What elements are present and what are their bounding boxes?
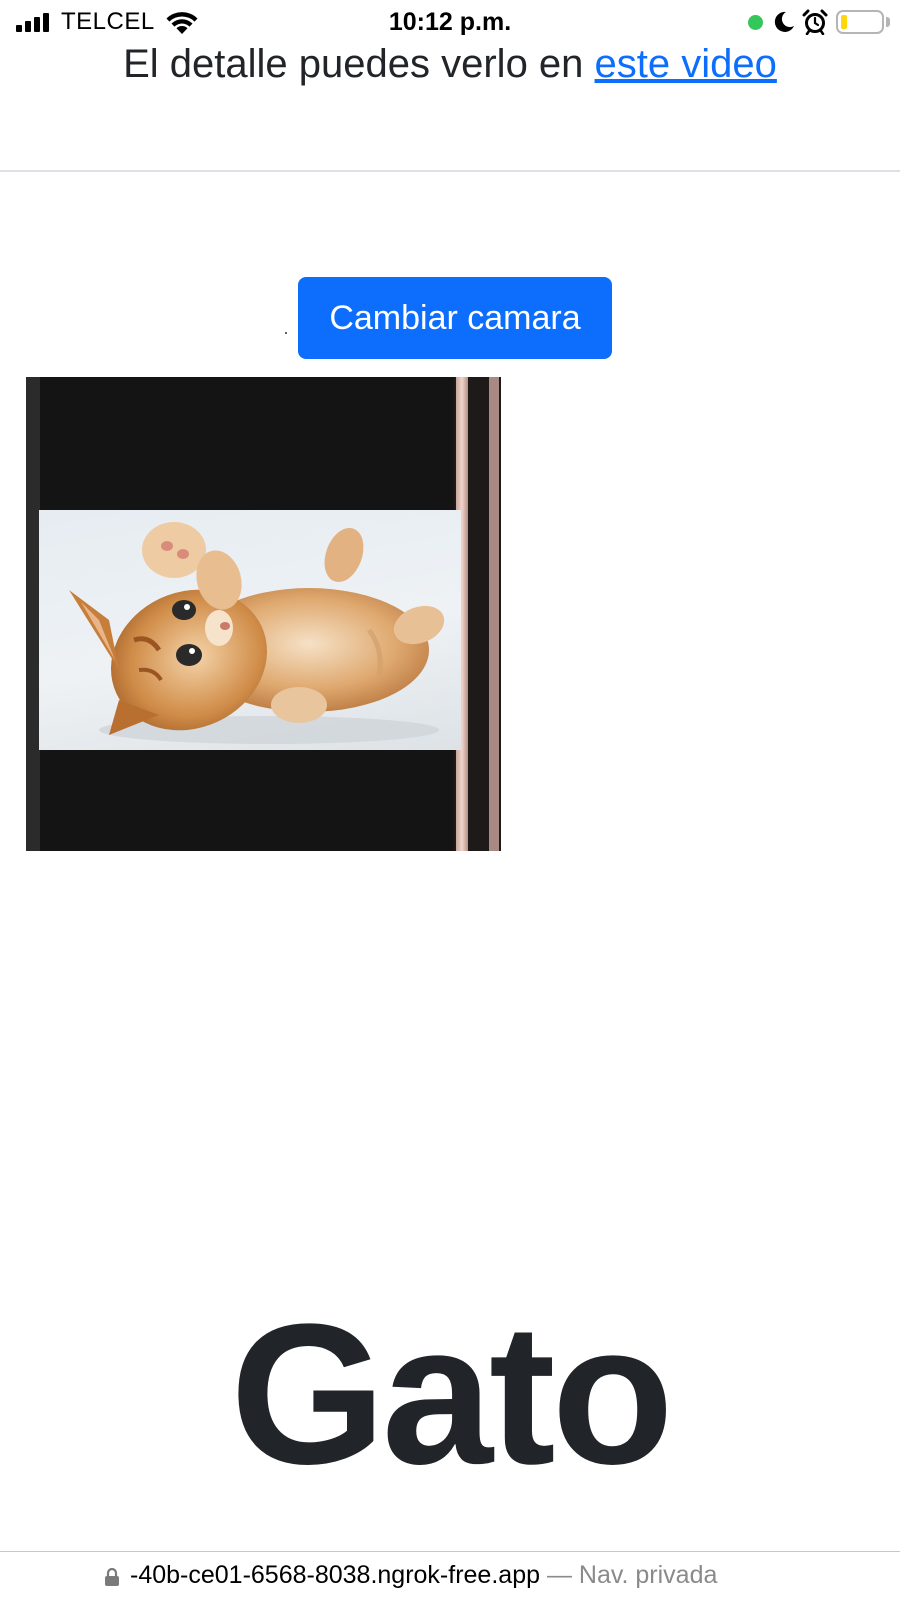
horizontal-rule xyxy=(0,170,900,172)
intro-line: El detalle puedes verlo en este video xyxy=(0,42,900,87)
stray-dot xyxy=(285,332,287,334)
browser-url-bar[interactable]: -40b-ce01-6568-8038.ngrok-free.app — Nav… xyxy=(0,1551,900,1601)
prediction-label: Gato xyxy=(230,1283,674,1506)
camera-in-use-indicator xyxy=(748,15,763,30)
private-mode-label: — Nav. privada xyxy=(546,1561,718,1589)
status-time: 10:12 p.m. xyxy=(388,8,512,36)
status-bar: TELCEL 10:12 p.m. xyxy=(0,0,900,44)
camera-frame-strip-outer xyxy=(489,377,499,851)
kitten-illustration xyxy=(69,522,445,744)
kitten-photo xyxy=(39,510,461,750)
battery-level xyxy=(841,15,847,29)
do-not-disturb-moon-icon xyxy=(774,11,794,32)
intro-text: El detalle puedes verlo en xyxy=(123,42,584,86)
battery-cap xyxy=(886,17,890,27)
alarm-clock-icon xyxy=(802,9,828,35)
battery-icon xyxy=(836,10,884,34)
camera-feed-image xyxy=(26,377,501,851)
lock-icon xyxy=(105,1567,119,1586)
video-link[interactable]: este video xyxy=(595,42,777,86)
camera-frame-edge xyxy=(26,377,40,851)
switch-camera-button[interactable]: Cambiar camara xyxy=(298,277,612,359)
url-host: -40b-ce01-6568-8038.ngrok-free.app xyxy=(130,1561,540,1589)
url-display[interactable]: -40b-ce01-6568-8038.ngrok-free.app — Nav… xyxy=(130,1561,717,1590)
